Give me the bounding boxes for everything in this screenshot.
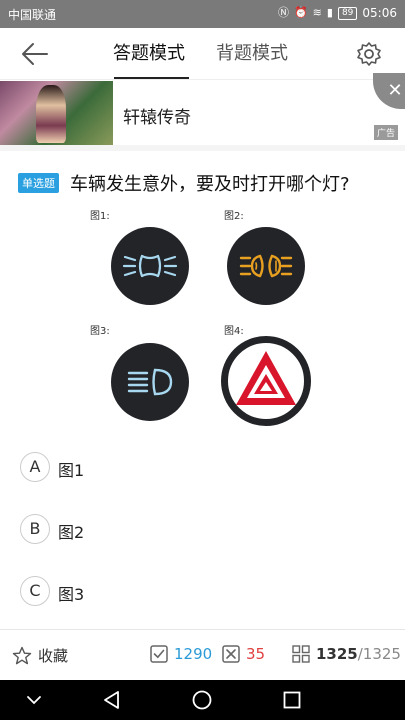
hazard-warning-icon — [221, 336, 311, 426]
nav-home-icon[interactable] — [190, 688, 214, 712]
clock: 05:06 — [362, 6, 397, 20]
correct-count[interactable]: 1290 — [150, 645, 212, 663]
fog-light-icon — [227, 227, 305, 305]
chevron-down-icon[interactable] — [22, 688, 46, 712]
question-figure: 图1: 图2: 图3: 图4: — [90, 205, 316, 431]
option-a[interactable]: A 图1 — [20, 452, 380, 484]
figure-label-1: 图1: — [90, 211, 110, 222]
option-key[interactable]: B — [20, 514, 50, 544]
section-divider — [0, 145, 405, 151]
cross-box-icon — [222, 645, 240, 663]
gear-icon[interactable] — [356, 41, 382, 67]
wrong-count-value: 35 — [246, 645, 266, 663]
question-type-badge: 单选题 — [18, 173, 59, 193]
check-box-icon — [150, 645, 168, 663]
correct-count-value: 1290 — [174, 645, 213, 663]
ad-label: 广告 — [373, 125, 398, 140]
star-icon — [12, 646, 32, 664]
favorite-label[interactable]: 收藏 — [38, 645, 68, 666]
tab-answer-mode[interactable]: 答题模式 — [113, 42, 185, 66]
favorite-button[interactable]: 收藏 — [12, 645, 68, 666]
system-nav-bar — [0, 680, 405, 720]
tab-recite-mode[interactable]: 背题模式 — [216, 42, 288, 66]
current-question: 1325 — [316, 645, 358, 663]
ad-banner[interactable]: 轩辕传奇 ✕ 广告 — [0, 73, 405, 145]
back-arrow-icon[interactable] — [20, 40, 50, 68]
option-key[interactable]: C — [20, 576, 50, 606]
battery-icon: 89 — [337, 6, 358, 20]
grid-icon — [292, 645, 310, 663]
ad-image[interactable] — [0, 81, 113, 145]
total-questions: /1325 — [357, 645, 401, 663]
option-text[interactable]: 图3 — [58, 581, 84, 605]
figure-label-2: 图2: — [224, 211, 244, 222]
carrier-name: 中国联通 — [8, 8, 57, 22]
ad-title[interactable]: 轩辕传奇 — [123, 103, 191, 128]
option-c[interactable]: C 图3 — [20, 576, 380, 608]
wifi-icon: ≋ — [312, 6, 322, 19]
ad-close-icon[interactable]: ✕ — [373, 73, 405, 109]
option-b[interactable]: B 图2 — [20, 514, 380, 546]
option-text[interactable]: 图1 — [58, 457, 84, 481]
nav-back-icon[interactable] — [100, 688, 124, 712]
bottom-bar: 收藏 1290 35 1325/1325 — [0, 629, 405, 680]
nfc-icon: Ⓝ — [277, 6, 289, 19]
status-bar: 中国联通 Ⓝ ⏰ ≋ ▮ 89 05:06 — [0, 0, 405, 28]
side-light-icon — [111, 227, 189, 305]
signal-icon: ▮ — [326, 6, 333, 19]
option-text[interactable]: 图2 — [58, 519, 84, 543]
active-tab-indicator — [114, 77, 189, 79]
question-progress[interactable]: 1325/1325 — [292, 645, 401, 663]
question-text: 车辆发生意外，要及时打开哪个灯? — [70, 174, 350, 195]
alarm-icon: ⏰ — [293, 6, 308, 19]
high-beam-icon — [111, 343, 189, 421]
figure-label-3: 图3: — [90, 326, 110, 337]
nav-recents-icon[interactable] — [280, 688, 304, 712]
option-key[interactable]: A — [20, 452, 50, 482]
wrong-count[interactable]: 35 — [222, 645, 265, 663]
figure-label-4: 图4: — [224, 326, 244, 337]
top-bar: 答题模式 背题模式 — [0, 28, 405, 80]
